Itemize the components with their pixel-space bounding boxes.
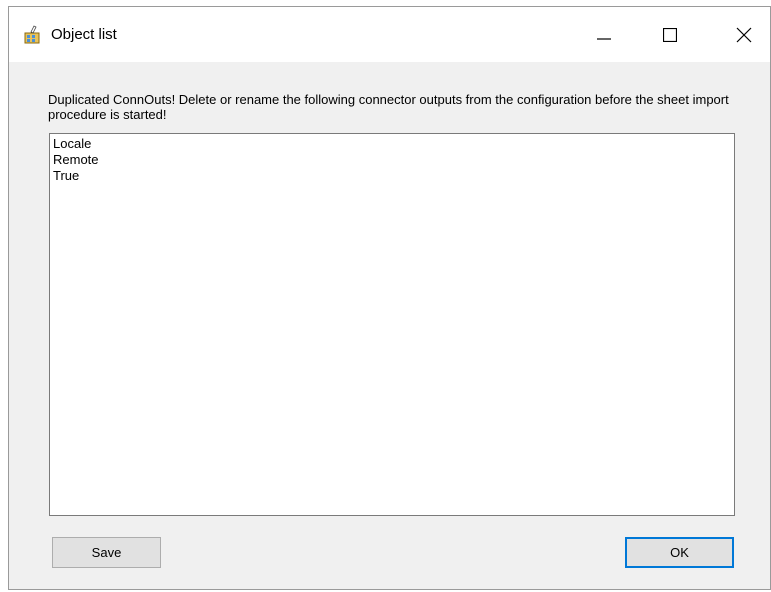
title-bar[interactable]: Object list: [9, 7, 770, 62]
object-list-dialog: Object list Duplicated ConnOuts! Delete …: [8, 6, 771, 590]
dialog-content: Duplicated ConnOuts! Delete or rename th…: [9, 62, 770, 589]
list-item[interactable]: Locale: [53, 136, 731, 152]
warning-message: Duplicated ConnOuts! Delete or rename th…: [48, 92, 729, 122]
save-button[interactable]: Save: [52, 537, 161, 568]
app-icon: [23, 25, 43, 45]
close-button[interactable]: [721, 7, 767, 62]
ok-button[interactable]: OK: [625, 537, 734, 568]
minimize-icon: [597, 37, 611, 40]
list-item[interactable]: Remote: [53, 152, 731, 168]
maximize-icon: [663, 27, 677, 42]
close-icon: [736, 27, 752, 42]
window-title: Object list: [51, 26, 117, 43]
list-item[interactable]: True: [53, 168, 731, 184]
maximize-button[interactable]: [647, 7, 693, 62]
connector-output-list[interactable]: Locale Remote True: [49, 133, 735, 516]
minimize-button[interactable]: [581, 7, 627, 62]
